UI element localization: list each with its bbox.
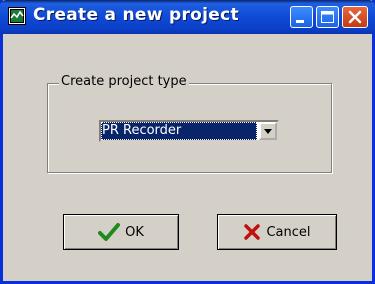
maximize-icon — [321, 11, 334, 23]
ok-label: OK — [125, 224, 144, 240]
chevron-down-icon — [264, 129, 272, 134]
dropdown-arrow-button[interactable] — [259, 122, 277, 140]
maximize-button[interactable] — [316, 6, 339, 28]
project-type-dropdown[interactable]: PR Recorder — [99, 120, 279, 142]
minimize-icon — [296, 20, 304, 23]
app-window-icon — [8, 7, 26, 25]
x-mark-icon — [244, 224, 261, 240]
cancel-label: Cancel — [266, 224, 311, 240]
title-bar[interactable]: Create a new project — [0, 0, 375, 34]
project-type-group-label: Create project type — [59, 74, 189, 89]
cancel-button[interactable]: Cancel — [217, 214, 337, 250]
project-type-selected-value: PR Recorder — [101, 122, 257, 140]
minimize-button[interactable] — [290, 6, 313, 28]
ok-button[interactable]: OK — [63, 214, 179, 250]
close-button[interactable] — [342, 6, 368, 28]
checkmark-icon — [98, 223, 121, 241]
close-icon — [348, 10, 362, 24]
create-project-dialog: Create a new project Create project type… — [0, 0, 375, 284]
window-title: Create a new project — [33, 5, 239, 25]
